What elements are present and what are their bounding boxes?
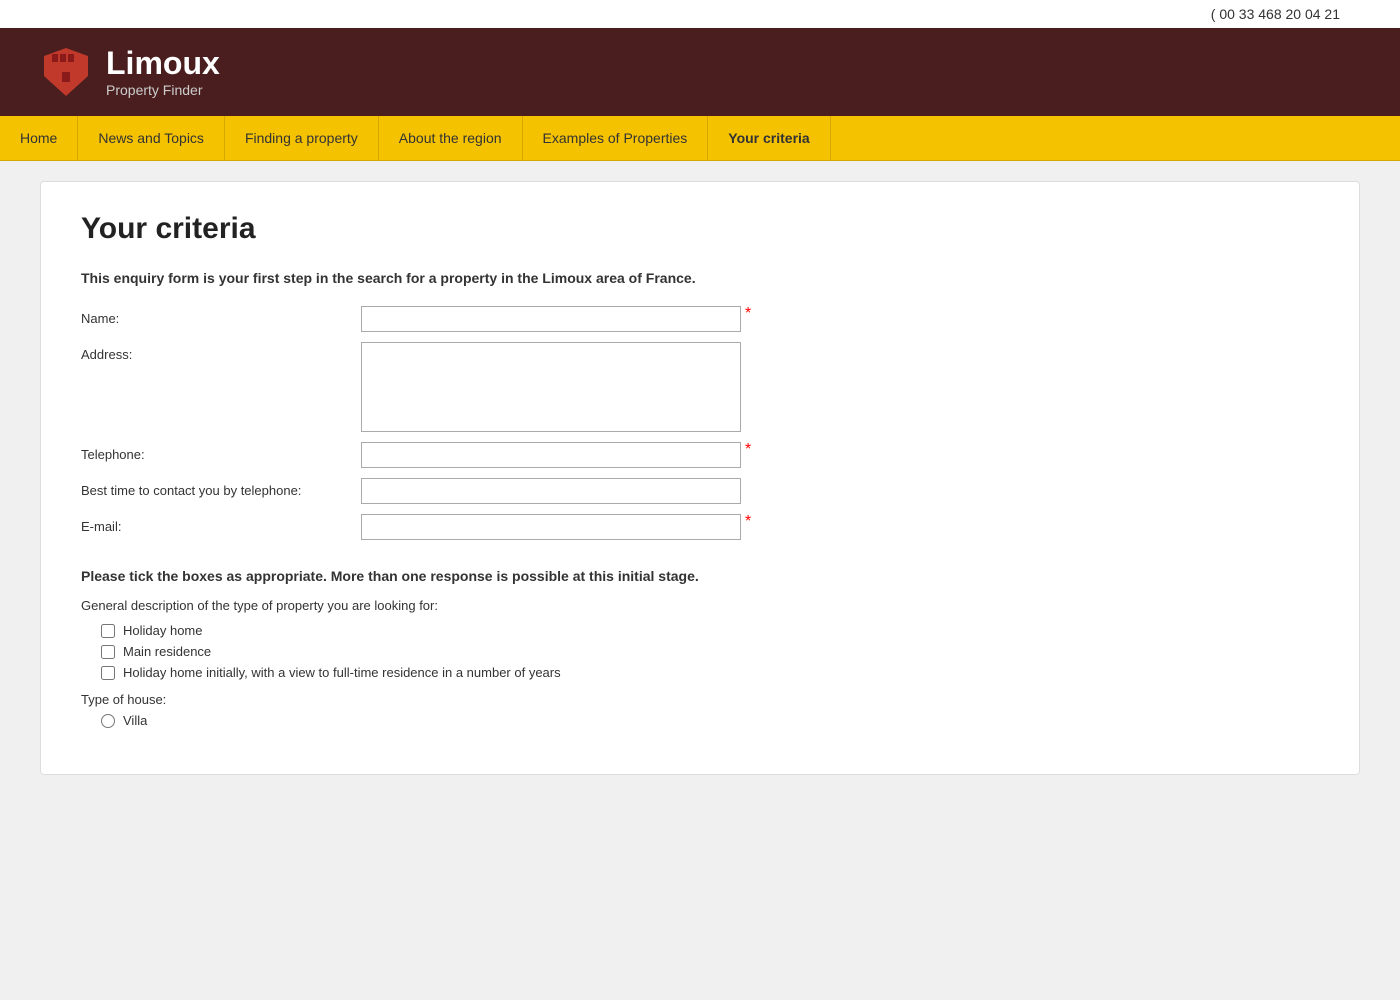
intro-text: This enquiry form is your first step in … [81, 270, 1319, 286]
label-address: Address: [81, 342, 361, 362]
main-nav: Home News and Topics Finding a property … [0, 116, 1400, 161]
shield-icon [40, 46, 92, 98]
section2-title: Please tick the boxes as appropriate. Mo… [81, 568, 1319, 584]
form-row-email: E-mail: * [81, 514, 1319, 540]
field-wrap-telephone: * [361, 442, 751, 468]
phone-number: ( 00 33 468 20 04 21 [1211, 6, 1340, 22]
content-box: Your criteria This enquiry form is your … [40, 181, 1360, 775]
label-villa: Villa [123, 713, 147, 728]
form-row-besttime: Best time to contact you by telephone: [81, 478, 1319, 504]
radio-row-villa: Villa [101, 713, 1319, 728]
logo-text: Limoux Property Finder [106, 46, 220, 97]
checkbox-row-holiday-future: Holiday home initially, with a view to f… [101, 665, 1319, 680]
field-wrap-besttime [361, 478, 741, 504]
label-holiday-home: Holiday home [123, 623, 203, 638]
nav-region[interactable]: About the region [379, 116, 523, 160]
label-email: E-mail: [81, 514, 361, 534]
property-type-desc: General description of the type of prope… [81, 598, 1319, 613]
label-name: Name: [81, 306, 361, 326]
form-row-telephone: Telephone: * [81, 442, 1319, 468]
nav-criteria[interactable]: Your criteria [708, 116, 830, 160]
nav-examples[interactable]: Examples of Properties [523, 116, 709, 160]
field-wrap-name: * [361, 306, 751, 332]
input-email[interactable] [361, 514, 741, 540]
input-name[interactable] [361, 306, 741, 332]
required-star-email: * [745, 514, 751, 530]
house-type-label: Type of house: [81, 692, 1319, 707]
nav-home[interactable]: Home [0, 116, 78, 160]
form-row-name: Name: * [81, 306, 1319, 332]
nav-news[interactable]: News and Topics [78, 116, 225, 160]
label-main-residence: Main residence [123, 644, 211, 659]
label-telephone: Telephone: [81, 442, 361, 462]
checkbox-row-main: Main residence [101, 644, 1319, 659]
checkbox-holiday-future[interactable] [101, 666, 115, 680]
top-bar: ( 00 33 468 20 04 21 [0, 0, 1400, 28]
input-telephone[interactable] [361, 442, 741, 468]
criteria-form: Name: * Address: Telephone: * [81, 306, 1319, 728]
brand-name: Limoux [106, 46, 220, 81]
field-wrap-email: * [361, 514, 751, 540]
nav-finding[interactable]: Finding a property [225, 116, 379, 160]
required-star-telephone: * [745, 442, 751, 458]
checkbox-holiday-home[interactable] [101, 624, 115, 638]
label-holiday-future: Holiday home initially, with a view to f… [123, 665, 561, 680]
brand-subtitle: Property Finder [106, 82, 220, 98]
input-address[interactable] [361, 342, 741, 432]
field-wrap-address [361, 342, 741, 432]
form-row-address: Address: [81, 342, 1319, 432]
required-star-name: * [745, 306, 751, 322]
checkbox-main-residence[interactable] [101, 645, 115, 659]
radio-villa[interactable] [101, 714, 115, 728]
checkbox-row-holiday: Holiday home [101, 623, 1319, 638]
input-besttime[interactable] [361, 478, 741, 504]
logo[interactable]: Limoux Property Finder [40, 46, 220, 98]
page-title: Your criteria [81, 212, 1319, 246]
main-wrapper: Your criteria This enquiry form is your … [0, 161, 1400, 795]
site-header: Limoux Property Finder [0, 28, 1400, 116]
label-besttime: Best time to contact you by telephone: [81, 478, 361, 498]
